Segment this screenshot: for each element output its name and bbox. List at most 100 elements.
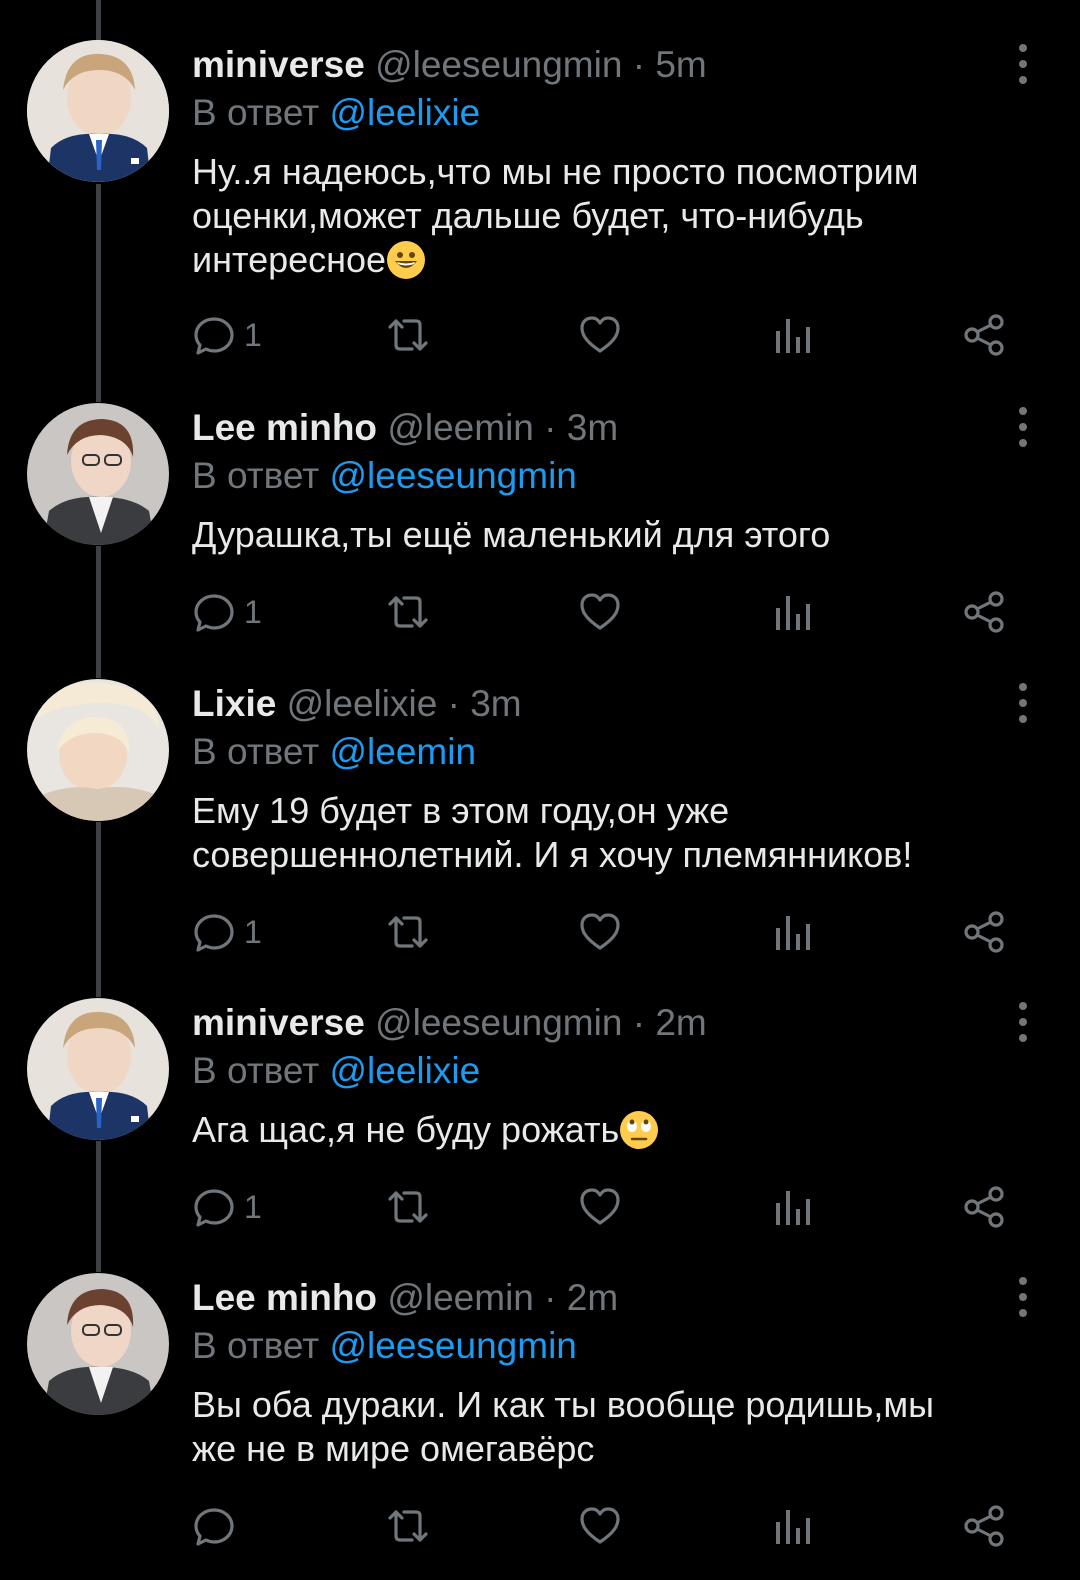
like-button[interactable] [578, 1501, 622, 1551]
more-options-icon[interactable] [1008, 44, 1038, 84]
user-handle[interactable]: @leeseungmin [375, 1002, 622, 1043]
more-options-icon[interactable] [1008, 1002, 1038, 1042]
retweet-button[interactable] [384, 587, 432, 637]
retweet-button[interactable] [384, 1182, 432, 1232]
user-handle[interactable]: @leelixie [287, 683, 438, 724]
mention-link[interactable]: @leeseungmin [330, 455, 577, 496]
avatar[interactable] [27, 679, 169, 821]
like-icon [580, 913, 620, 950]
mention-link[interactable]: @leelixie [330, 92, 481, 133]
timestamp[interactable]: 2m [567, 1277, 618, 1318]
more-options-icon[interactable] [1008, 683, 1038, 723]
reply-icon [194, 914, 234, 952]
tweet[interactable]: miniverse @leeseungmin · 2m В ответ @lee… [0, 958, 1080, 1233]
display-name[interactable]: Lee minho [192, 1277, 377, 1318]
display-name[interactable]: miniverse [192, 44, 365, 85]
share-icon [964, 591, 1004, 633]
analytics-button[interactable] [772, 1501, 812, 1551]
avatar[interactable] [27, 1273, 169, 1415]
tweet-text-line: Ему 19 будет в этом году,он уже [192, 790, 730, 831]
reply-button[interactable]: 1 [192, 310, 262, 360]
more-options-icon[interactable] [1008, 1277, 1038, 1317]
separator-dot: · [632, 44, 646, 85]
analytics-icon [776, 1510, 810, 1544]
tweet[interactable]: Lee minho @leemin · 2m В ответ @leeseung… [0, 1233, 1080, 1580]
analytics-icon [776, 1191, 810, 1225]
like-icon [580, 1188, 620, 1225]
analytics-button[interactable] [772, 907, 812, 957]
retweet-icon [388, 1510, 428, 1542]
tweet[interactable]: miniverse @leeseungmin · 5m В ответ @lee… [0, 0, 1080, 365]
retweet-icon [388, 596, 428, 628]
more-options-icon[interactable] [1008, 407, 1038, 447]
reply-button[interactable]: 1 [192, 1182, 262, 1232]
retweet-icon [388, 319, 428, 351]
avatar[interactable] [27, 998, 169, 1140]
mention-link[interactable]: @leemin [330, 731, 477, 772]
share-button[interactable] [962, 907, 1006, 957]
tweet-actions [192, 1501, 1012, 1551]
tweet-header: miniverse @leeseungmin · 5m [192, 40, 1020, 90]
reply-context: В ответ @leeseungmin [192, 1323, 1020, 1369]
user-handle[interactable]: @leemin [387, 1277, 534, 1318]
retweet-button[interactable] [384, 1501, 432, 1551]
tweet-actions: 1 [192, 310, 1012, 360]
user-handle[interactable]: @leeseungmin [375, 44, 622, 85]
like-icon [580, 593, 620, 630]
share-icon [964, 314, 1004, 356]
reply-count: 1 [244, 1188, 262, 1225]
tweet-body: miniverse @leeseungmin · 5m В ответ @lee… [192, 40, 1020, 282]
reply-button[interactable] [192, 1501, 244, 1551]
retweet-button[interactable] [384, 907, 432, 957]
tweet-text: Ему 19 будет в этом году,он уже совершен… [192, 789, 1020, 877]
reply-count: 1 [244, 593, 262, 630]
reply-context: В ответ @leeseungmin [192, 453, 1020, 499]
mention-link[interactable]: @leeseungmin [330, 1325, 577, 1366]
timestamp[interactable]: 2m [655, 1002, 706, 1043]
like-button[interactable] [578, 1182, 622, 1232]
share-button[interactable] [962, 587, 1006, 637]
display-name[interactable]: Lixie [192, 683, 276, 724]
share-icon [964, 911, 1004, 953]
tweet-text-line: Дурашка,ты ещё маленький для этого [192, 514, 831, 555]
tweet-text: Ну..я надеюсь,что мы не просто посмотрим… [192, 150, 1020, 282]
timestamp[interactable]: 5m [655, 44, 706, 85]
tweet[interactable]: Lee minho @leemin · 3m В ответ @leeseung… [0, 363, 1080, 633]
share-icon [964, 1186, 1004, 1228]
display-name[interactable]: Lee minho [192, 407, 377, 448]
share-button[interactable] [962, 1182, 1006, 1232]
reply-button[interactable]: 1 [192, 587, 262, 637]
retweet-icon [388, 1191, 428, 1223]
retweet-icon [388, 916, 428, 948]
analytics-button[interactable] [772, 587, 812, 637]
analytics-button[interactable] [772, 1182, 812, 1232]
user-handle[interactable]: @leemin [387, 407, 534, 448]
tweet-actions: 1 [192, 907, 1012, 957]
reply-count: 1 [244, 913, 262, 950]
tweet-text-line: же не в мире омегавёрс [192, 1428, 595, 1469]
mention-link[interactable]: @leelixie [330, 1050, 481, 1091]
tweet[interactable]: Lixie @leelixie · 3m В ответ @leemin Ему… [0, 639, 1080, 959]
reply-prefix: В ответ [192, 1050, 320, 1091]
tweet-actions: 1 [192, 587, 1012, 637]
reply-icon [194, 317, 234, 355]
display-name[interactable]: miniverse [192, 1002, 365, 1043]
reply-icon [194, 1508, 234, 1546]
eye-roll-face-emoji [620, 1111, 659, 1149]
reply-prefix: В ответ [192, 455, 320, 496]
like-button[interactable] [578, 587, 622, 637]
separator-dot: · [447, 683, 460, 724]
avatar[interactable] [27, 40, 169, 182]
tweet-text: Вы оба дураки. И как ты вообще родишь,мы… [192, 1383, 1020, 1471]
avatar[interactable] [27, 403, 169, 545]
timestamp[interactable]: 3m [567, 407, 618, 448]
analytics-button[interactable] [772, 310, 812, 360]
retweet-button[interactable] [384, 310, 432, 360]
share-button[interactable] [962, 1501, 1006, 1551]
timestamp[interactable]: 3m [470, 683, 521, 724]
like-button[interactable] [578, 310, 622, 360]
grinning-face-emoji [387, 241, 426, 279]
reply-button[interactable]: 1 [192, 907, 262, 957]
like-button[interactable] [578, 907, 622, 957]
share-button[interactable] [962, 310, 1006, 360]
